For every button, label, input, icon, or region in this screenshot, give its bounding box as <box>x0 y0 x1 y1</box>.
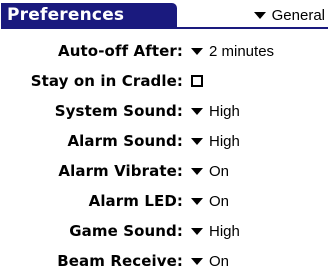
row-alarm-vibrate: Alarm Vibrate: On <box>0 156 329 186</box>
preferences-list: Auto-off After: 2 minutes Stay on in Cra… <box>0 36 329 276</box>
system-sound-value: High <box>209 102 240 120</box>
alarm-led-popup[interactable]: On <box>191 193 229 210</box>
alarm-vibrate-value: On <box>209 162 230 180</box>
row-system-sound: System Sound: High <box>0 96 329 126</box>
system-sound-label: System Sound: <box>54 102 183 120</box>
row-alarm-sound: Alarm Sound: High <box>0 126 329 156</box>
alarm-sound-popup[interactable]: High <box>191 133 240 150</box>
row-game-sound: Game Sound: High <box>0 216 329 246</box>
alarm-sound-value: High <box>209 132 240 150</box>
beam-receive-label: Beam Receive: <box>57 252 183 270</box>
triangle-down-icon <box>191 257 203 265</box>
category-popup-trigger[interactable]: General <box>253 4 325 26</box>
stay-on-in-cradle-checkbox[interactable] <box>191 75 203 87</box>
auto-off-after-value: 2 minutes <box>209 42 275 60</box>
row-beam-receive: Beam Receive: On <box>0 246 329 276</box>
triangle-down-icon <box>191 107 203 115</box>
game-sound-label: Game Sound: <box>69 222 183 240</box>
row-stay-on-in-cradle: Stay on in Cradle: <box>0 66 329 96</box>
system-sound-popup[interactable]: High <box>191 103 240 120</box>
beam-receive-value: On <box>209 252 230 270</box>
game-sound-value: High <box>209 222 240 240</box>
row-auto-off-after: Auto-off After: 2 minutes <box>0 36 329 66</box>
triangle-down-icon <box>191 167 203 175</box>
triangle-down-icon <box>191 47 203 55</box>
alarm-vibrate-label: Alarm Vibrate: <box>58 162 183 180</box>
title-bar: Preferences <box>1 3 177 28</box>
game-sound-popup[interactable]: High <box>191 223 240 240</box>
page-title: Preferences <box>7 5 125 25</box>
alarm-led-value: On <box>209 192 230 210</box>
triangle-down-icon <box>253 11 266 19</box>
stay-on-in-cradle-label: Stay on in Cradle: <box>30 72 183 90</box>
alarm-led-label: Alarm LED: <box>88 192 183 210</box>
triangle-down-icon <box>191 227 203 235</box>
title-underline <box>1 27 328 29</box>
auto-off-after-popup[interactable]: 2 minutes <box>191 43 274 60</box>
triangle-down-icon <box>191 197 203 205</box>
auto-off-after-label: Auto-off After: <box>58 42 183 60</box>
category-selected: General <box>271 6 325 24</box>
alarm-sound-label: Alarm Sound: <box>67 132 183 150</box>
triangle-down-icon <box>191 137 203 145</box>
alarm-vibrate-popup[interactable]: On <box>191 163 229 180</box>
row-alarm-led: Alarm LED: On <box>0 186 329 216</box>
beam-receive-popup[interactable]: On <box>191 253 229 270</box>
